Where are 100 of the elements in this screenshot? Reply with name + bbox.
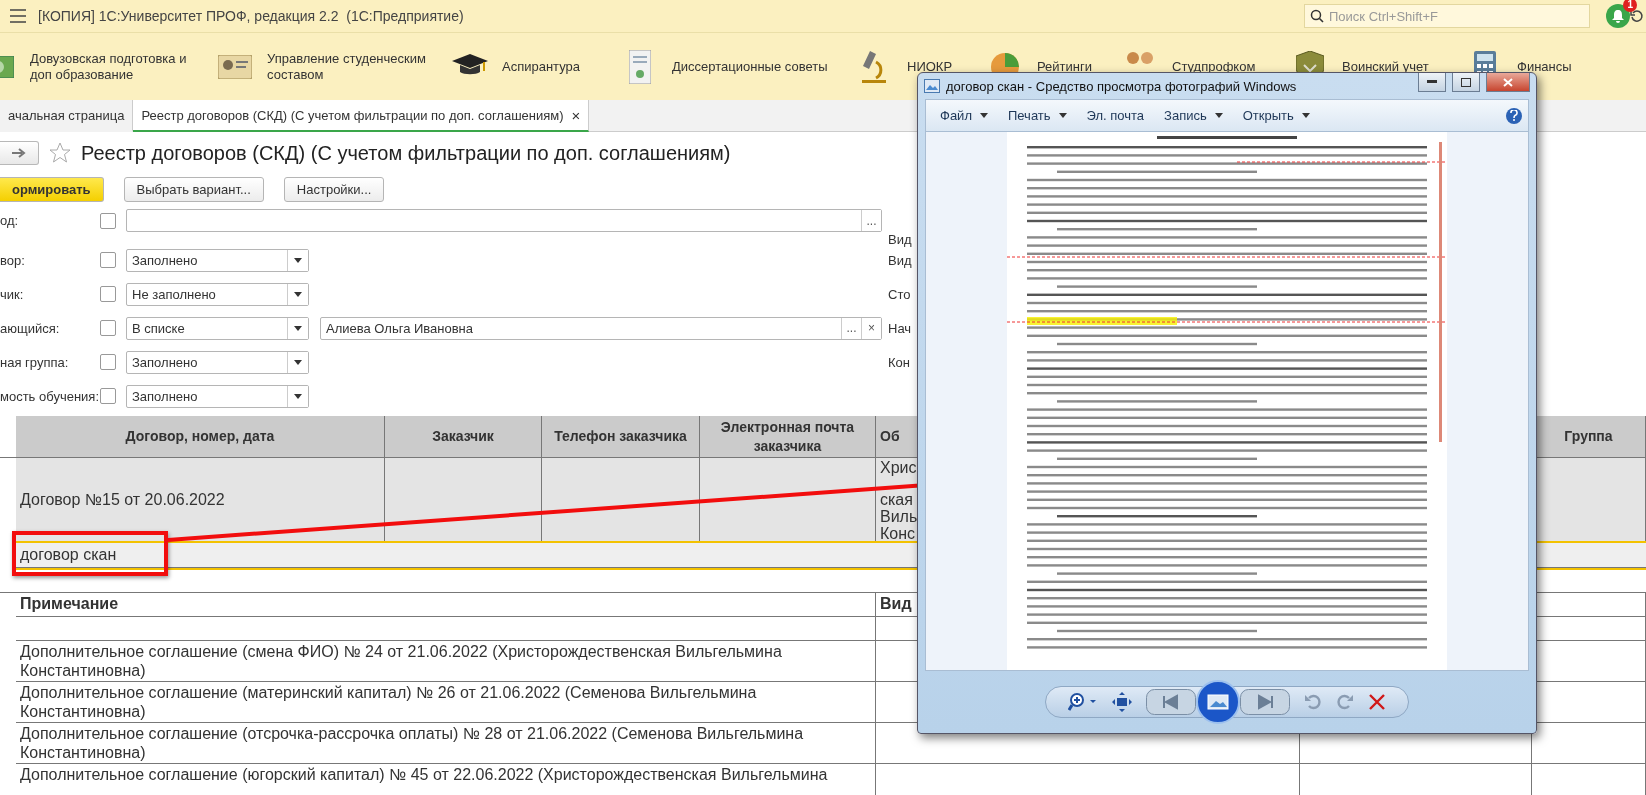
next-icon[interactable] bbox=[1240, 689, 1290, 715]
filter-checkbox[interactable] bbox=[100, 354, 116, 370]
previous-icon[interactable] bbox=[1146, 689, 1196, 715]
section-link[interactable]: НИОКР bbox=[907, 58, 953, 75]
toolbar-button[interactable]: Настройки... bbox=[283, 176, 385, 202]
section-link[interactable]: Финансы bbox=[1517, 58, 1572, 75]
close-icon bbox=[1503, 77, 1513, 87]
filter-label: Нач bbox=[888, 320, 913, 336]
history-icon[interactable] bbox=[1630, 9, 1644, 23]
help-icon[interactable] bbox=[1506, 107, 1522, 124]
menu-icon[interactable] bbox=[10, 9, 26, 23]
filter-label: мость обучения: bbox=[0, 388, 100, 404]
table-cell: Договор №15 от 20.06.2022 bbox=[16, 458, 385, 541]
filter-label: чик: bbox=[0, 286, 25, 302]
filter-label: Кон bbox=[888, 354, 911, 370]
maximize-button[interactable] bbox=[1452, 73, 1480, 92]
file-name[interactable]: договор скан bbox=[20, 546, 117, 564]
filter-label: ная группа: bbox=[0, 354, 70, 370]
forward-button[interactable] bbox=[0, 141, 39, 165]
caret-icon bbox=[294, 393, 302, 399]
bell-icon bbox=[1611, 9, 1625, 23]
filter-label: Сто bbox=[888, 286, 912, 302]
filter-checkbox[interactable] bbox=[100, 320, 116, 336]
section-link[interactable]: Аспирантура bbox=[502, 58, 581, 75]
condition-select[interactable]: Заполнено bbox=[126, 384, 309, 408]
filter-checkbox[interactable] bbox=[100, 388, 116, 404]
tab[interactable]: ачальная страница bbox=[0, 100, 134, 132]
filter-label: ающийся: bbox=[0, 320, 61, 336]
caret-icon bbox=[294, 359, 302, 365]
caret-icon bbox=[294, 325, 302, 331]
toolbar-button[interactable]: Выбрать вариант... bbox=[123, 176, 264, 202]
image-icon bbox=[924, 79, 940, 93]
section-link[interactable]: Студпрофком bbox=[1172, 58, 1256, 75]
filter-label: од: bbox=[0, 213, 20, 228]
search-icon bbox=[1310, 9, 1324, 23]
close-icon[interactable]: × bbox=[571, 106, 581, 124]
microscope-icon bbox=[862, 50, 888, 83]
filter-label: вор: bbox=[0, 252, 26, 268]
menu-item[interactable]: Печать bbox=[999, 106, 1075, 125]
table-cell: Дополнительное соглашение (отсрочка-рассрочка оплаты) № 28 от 21.06.2022 (Семенова Вильгельмина Константиновна) bbox=[16, 723, 876, 764]
section-link[interactable]: Довузовская подготовка и доп образование bbox=[30, 50, 190, 83]
tab[interactable]: Реестр договоров (СКД) (С учетом фильтрации по доп. соглашениям) × bbox=[133, 100, 590, 132]
column-header: Примечание bbox=[16, 593, 876, 617]
certificate-icon bbox=[629, 49, 651, 84]
choose-button[interactable]: ... bbox=[861, 210, 881, 231]
filter-label: Вид bbox=[888, 232, 913, 247]
report-title: Реестр договоров (СКД) (С учетом фильтрации по доп. соглашениям) bbox=[81, 141, 731, 165]
window-title: договор скан - Средство просмотра фотографий Windows bbox=[946, 78, 1298, 94]
zoom-icon[interactable] bbox=[1068, 692, 1098, 712]
notifications-button[interactable] bbox=[1606, 4, 1630, 28]
menu-item[interactable]: Открыть bbox=[1234, 106, 1318, 125]
section-link[interactable]: Управление студенческим составом bbox=[267, 50, 427, 83]
arrow-right-icon bbox=[12, 148, 26, 158]
section-link[interactable]: Диссертационные советы bbox=[672, 58, 828, 75]
column-header: Договор, номер, дата bbox=[16, 416, 385, 458]
condition-select[interactable]: Заполнено bbox=[126, 350, 309, 374]
id-card-icon bbox=[218, 54, 252, 79]
caret-icon bbox=[1058, 113, 1067, 118]
menu-item[interactable]: Запись bbox=[1156, 106, 1231, 125]
minimize-icon bbox=[1427, 80, 1437, 84]
clear-button[interactable]: × bbox=[861, 317, 881, 339]
column-header: Телефон заказчика bbox=[542, 416, 700, 458]
search-field[interactable]: Поиск Ctrl+Shift+F bbox=[1304, 4, 1590, 28]
table-cell: Виль bbox=[880, 508, 918, 525]
condition-select[interactable]: Не заполнено bbox=[126, 282, 309, 306]
caret-icon bbox=[1214, 113, 1223, 118]
table-cell: Дополнительное соглашение (смена ФИО) № 24 от 21.06.2022 (Христорождественская Вильгельмина Константиновна) bbox=[16, 641, 876, 682]
menu-item[interactable]: Эл. почта bbox=[1078, 106, 1153, 125]
filter-label: Вид bbox=[888, 252, 913, 268]
column-header: Заказчик bbox=[385, 416, 542, 458]
value-field[interactable]: ... bbox=[126, 209, 882, 232]
maximize-icon bbox=[1461, 77, 1471, 87]
section-link[interactable]: Рейтинги bbox=[1037, 58, 1092, 75]
caret-icon bbox=[294, 257, 302, 263]
delete-icon[interactable] bbox=[1368, 693, 1386, 711]
table-cell-text: Конс bbox=[880, 525, 917, 542]
condition-select[interactable]: В списке bbox=[126, 316, 309, 340]
filter-checkbox[interactable] bbox=[100, 286, 116, 302]
table-cell-text: ская bbox=[880, 491, 914, 508]
minimize-button[interactable] bbox=[1418, 73, 1446, 92]
filter-checkbox[interactable] bbox=[100, 252, 116, 268]
close-button[interactable] bbox=[1486, 73, 1530, 92]
star-icon[interactable] bbox=[49, 142, 71, 164]
menu-item[interactable]: Файл bbox=[932, 106, 996, 125]
slideshow-icon[interactable] bbox=[1196, 680, 1240, 724]
window-title: [КОПИЯ] 1С:Университет ПРОФ, редакция 2.2 (1С:Предприятие) bbox=[38, 8, 465, 24]
table-cell: Дополнительное соглашение (материнский капитал) № 26 от 21.06.2022 (Семенова Вильгельмина Константиновна) bbox=[16, 682, 876, 723]
filter-checkbox[interactable] bbox=[100, 212, 116, 229]
table-cell: Дополнительное соглашение (югорский капитал) № 45 от 22.06.2022 (Христорождественская Вильгельмина bbox=[16, 764, 876, 795]
value-field[interactable]: Алиева Ольга Ивановна ... × bbox=[320, 316, 882, 340]
table-cell: Хрис bbox=[880, 459, 918, 476]
section-link[interactable]: Воинский учет bbox=[1342, 58, 1429, 75]
generate-button[interactable]: ормировать bbox=[0, 176, 104, 202]
notification-count: 1 bbox=[1623, 0, 1637, 12]
caret-icon bbox=[979, 113, 988, 118]
fit-to-window-icon[interactable] bbox=[1112, 692, 1132, 712]
caret-icon bbox=[294, 291, 302, 297]
caret-icon bbox=[1301, 113, 1310, 118]
column-header: Электронная почта заказчика bbox=[700, 416, 876, 458]
condition-select[interactable]: Заполнено bbox=[126, 248, 309, 272]
